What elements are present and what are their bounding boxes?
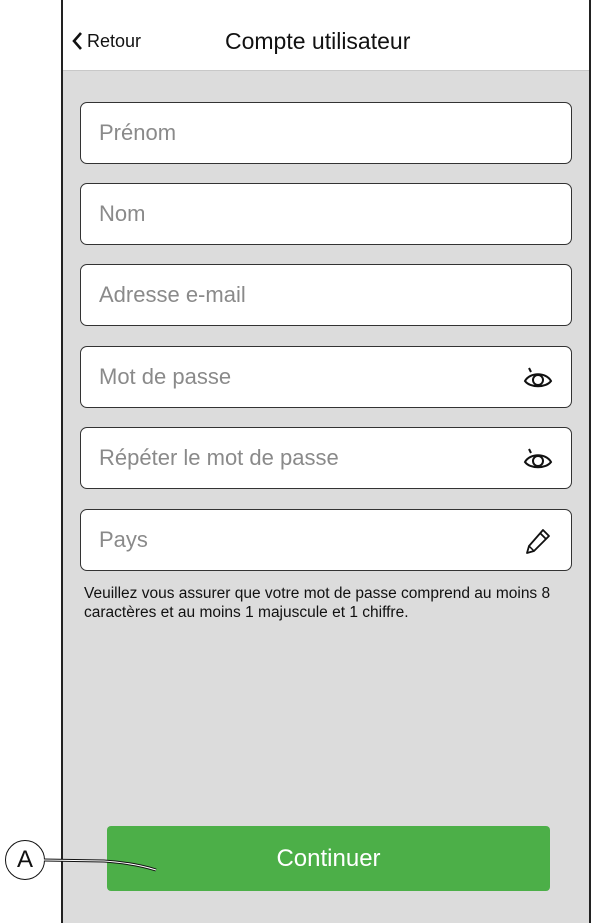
first-name-field[interactable] bbox=[80, 102, 572, 164]
first-name-input[interactable] bbox=[81, 103, 571, 163]
email-field[interactable] bbox=[80, 264, 572, 326]
callout-marker: A bbox=[5, 840, 45, 880]
password-hint: Veuillez vous assurer que votre mot de p… bbox=[84, 585, 551, 621]
password-repeat-input[interactable] bbox=[81, 428, 571, 488]
email-input[interactable] bbox=[81, 265, 571, 325]
password-field[interactable] bbox=[80, 346, 572, 408]
continue-button[interactable]: Continuer bbox=[107, 826, 550, 891]
country-field[interactable] bbox=[80, 509, 572, 571]
last-name-field[interactable] bbox=[80, 183, 572, 245]
page-title: Compte utilisateur bbox=[225, 28, 411, 54]
eye-icon[interactable] bbox=[523, 445, 553, 473]
password-repeat-field[interactable] bbox=[80, 427, 572, 489]
app-header: Retour Compte utilisateur bbox=[63, 0, 589, 71]
callout-line bbox=[44, 858, 157, 872]
pencil-icon[interactable] bbox=[523, 527, 553, 555]
password-input[interactable] bbox=[81, 347, 571, 407]
last-name-input[interactable] bbox=[81, 184, 571, 244]
chevron-left-icon bbox=[72, 32, 82, 50]
country-input[interactable] bbox=[81, 510, 571, 570]
eye-icon[interactable] bbox=[523, 364, 553, 392]
phone-screen: Retour Compte utilisateur Prénom Nom Adr… bbox=[61, 0, 591, 923]
back-label: Retour bbox=[87, 30, 142, 51]
back-button[interactable]: Retour bbox=[71, 26, 141, 56]
